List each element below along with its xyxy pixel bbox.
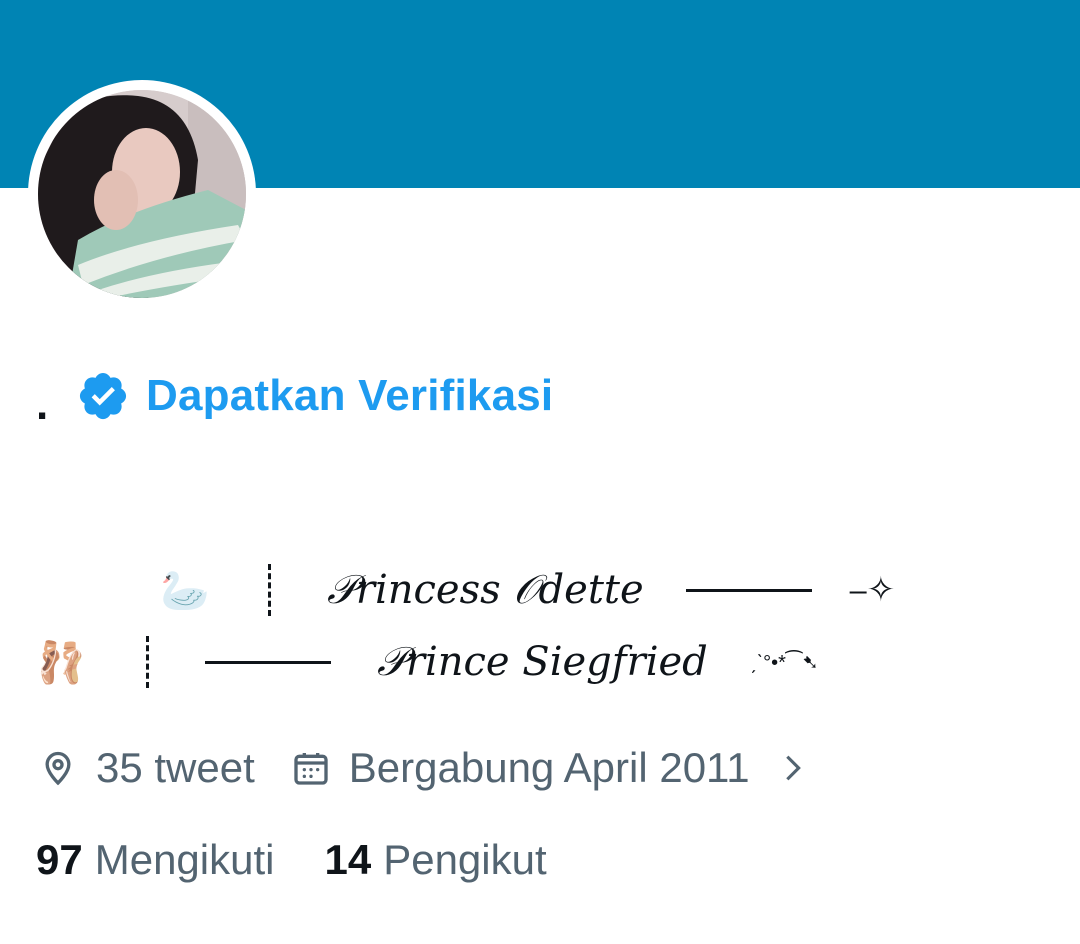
followers-count: 14	[324, 836, 372, 883]
bio-line-2: 🩰 𝒫rince Siegfried ˏˋ°•*⁀➷	[36, 632, 819, 692]
followers-label: Pengikut	[383, 836, 547, 883]
display-name: .	[36, 380, 49, 429]
swan-emoji: 🦢	[160, 568, 210, 613]
dashed-divider	[268, 564, 271, 616]
arrow-decoration: ˏˋ°•*⁀➷	[749, 651, 819, 674]
followers-link[interactable]: 14 Pengikut	[324, 836, 546, 884]
following-link[interactable]: 97 Mengikuti	[36, 836, 274, 884]
follow-stats: 97 Mengikuti 14 Pengikut	[36, 832, 547, 888]
following-label: Mengikuti	[94, 836, 275, 883]
avatar-photo	[38, 90, 246, 298]
dashed-divider	[146, 636, 149, 688]
profile-meta: 35 tweet Bergabung April 2011	[38, 738, 810, 798]
bio-text-2: 𝒫rince Siegfried	[377, 639, 708, 685]
profile-name-row: . Dapatkan Verifikasi	[36, 364, 553, 428]
get-verified-link[interactable]: Dapatkan Verifikasi	[146, 371, 553, 421]
location-pin-icon	[45, 751, 71, 786]
following-count: 97	[36, 836, 83, 883]
bio-text-1: 𝒫rincess 𝒪dette	[327, 567, 644, 613]
bio-rule	[205, 660, 331, 664]
location-text: 35 tweet	[96, 744, 255, 791]
joined-date: Bergabung April 2011	[348, 744, 750, 791]
chevron-right-icon[interactable]	[776, 751, 810, 785]
bio-line-1: 🦢 𝒫rincess 𝒪dette ⎯✧	[160, 560, 895, 620]
verified-badge-icon[interactable]	[76, 369, 130, 423]
avatar[interactable]	[38, 90, 246, 298]
ballet-shoes-emoji: 🩰	[36, 640, 86, 685]
calendar-icon	[294, 753, 328, 785]
sparkle-decoration: ⎯✧	[849, 571, 896, 609]
bio-rule	[685, 588, 812, 592]
